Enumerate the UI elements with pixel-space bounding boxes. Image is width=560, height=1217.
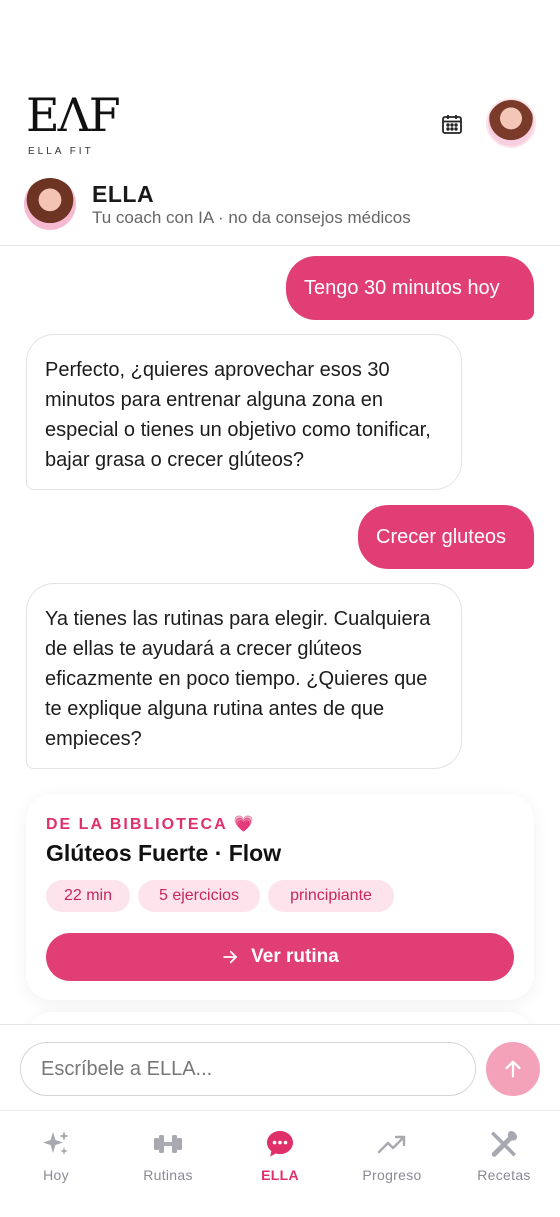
view-routine-label: Ver rutina (251, 946, 339, 967)
coach-name: ELLA (92, 181, 155, 207)
ella-fit-logo[interactable]: EΛF ELLA FIT (26, 90, 121, 162)
arrow-right-icon (223, 950, 238, 964)
tab-label: Rutinas (143, 1167, 193, 1183)
coach-subtitle: Tu coach con IA · no da consejos médicos (92, 208, 411, 227)
view-routine-button[interactable]: Ver rutina (46, 933, 514, 981)
bot-message: Perfecto, ¿quieres aprovechar esos 30 mi… (26, 334, 462, 490)
message-text: Crecer gluteos (376, 525, 507, 548)
tab-label: Recetas (477, 1167, 531, 1183)
routine-card[interactable]: DE LA BIBLIOTECA 💗 Glúteos Fuerte · Flow… (26, 794, 534, 1000)
tab-label: Hoy (43, 1167, 69, 1183)
card-kicker: DE LA BIBLIOTECA 💗 (46, 816, 256, 833)
bot-message: Ya tienes las rutinas para elegir. Cualq… (26, 583, 462, 769)
exercises-chip: 5 ejercicios (138, 880, 260, 912)
calendar-icon (442, 115, 462, 134)
tab-label: Progreso (362, 1167, 422, 1183)
send-button[interactable] (486, 1042, 540, 1096)
tab-bar: Hoy Rutinas ELLA Progreso Recetas (0, 1110, 560, 1217)
trend-up-icon (377, 1135, 406, 1154)
tab-progreso[interactable]: Progreso (342, 1127, 442, 1197)
duration-chip: 22 min (46, 880, 130, 912)
tab-hoy[interactable]: Hoy (6, 1127, 106, 1197)
routine-title: Glúteos Fuerte · Flow (46, 840, 282, 866)
coach-bar: ELLA Tu coach con IA · no da consejos mé… (0, 172, 560, 246)
chat-bubble-icon (267, 1131, 293, 1157)
tab-recetas[interactable]: Recetas (454, 1127, 554, 1197)
chat-input[interactable] (20, 1042, 476, 1096)
message-text: Tengo 30 minutos hoy (304, 276, 500, 299)
coach-avatar (24, 178, 76, 230)
arrow-up-icon (505, 1060, 521, 1078)
composer (0, 1024, 560, 1110)
logo-mark: EΛF (26, 88, 121, 142)
user-message: Crecer gluteos (358, 505, 534, 569)
calendar-button[interactable] (438, 110, 466, 138)
tab-ella[interactable]: ELLA (230, 1127, 330, 1197)
message-text: Ya tienes las rutinas para elegir. Cualq… (45, 608, 431, 750)
app-header: EΛF ELLA FIT (0, 88, 560, 164)
message-text: Perfecto, ¿quieres aprovechar esos 30 mi… (45, 359, 431, 471)
level-chip: principiante (268, 880, 394, 912)
user-message: Tengo 30 minutos hoy (286, 256, 534, 320)
tab-rutinas[interactable]: Rutinas (118, 1127, 218, 1197)
sparkles-icon (43, 1131, 69, 1155)
profile-avatar[interactable] (486, 98, 536, 148)
tab-label: ELLA (261, 1167, 299, 1183)
utensils-icon (491, 1131, 517, 1157)
logo-text: ELLA FIT (28, 146, 94, 157)
dumbbell-icon (154, 1135, 182, 1153)
